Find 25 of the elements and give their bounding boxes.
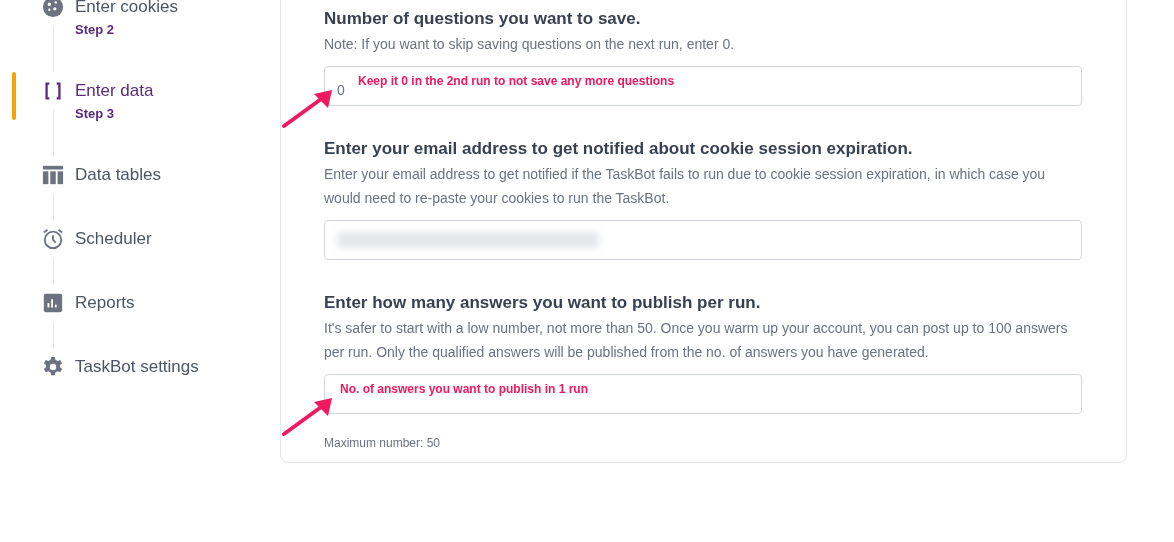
- table-icon: [42, 164, 64, 186]
- section-title: Number of questions you want to save.: [324, 8, 642, 30]
- alarm-clock-icon: [42, 228, 64, 250]
- section-description: Note: If you want to skip saving questions on the next run, enter 0.: [324, 35, 736, 54]
- brackets-icon: [42, 80, 64, 102]
- bar-chart-icon: [42, 292, 64, 314]
- annotation-text: Keep it 0 in the 2nd run to not save any more questions: [358, 73, 675, 90]
- field-value: 0: [337, 80, 345, 100]
- sidebar-item[interactable]: Enter cookies: [75, 0, 178, 18]
- annotation-text: No. of answers you want to publish in 1 run: [340, 381, 588, 398]
- step-label: Step 3: [75, 105, 115, 123]
- sidebar-item[interactable]: Scheduler: [75, 228, 152, 250]
- sidebar-item[interactable]: Enter data: [75, 80, 154, 102]
- sidebar-item[interactable]: Reports: [75, 292, 135, 314]
- section-title: Enter your email address to get notified about cookie session expiration.: [324, 138, 914, 160]
- settings-icon: [42, 356, 64, 378]
- field-hint: Maximum number: 50: [324, 435, 442, 452]
- input-field[interactable]: [324, 374, 1082, 414]
- sidebar-item[interactable]: Data tables: [75, 164, 161, 186]
- input-field[interactable]: [324, 220, 1082, 260]
- section-description: It's safer to start with a low number, not more than 50. Once you warm up your account, you can post up to 100 answers per run. Only the qualified answers will be published from the no. of answers you have generated.: [324, 319, 1069, 362]
- section-title: Enter how many answers you want to publish per run.: [324, 292, 762, 314]
- section-description: Enter your email address to get notified if the TaskBot fails to run due to cookie session expiration, in which case you would need to re-paste your cookies to run the TaskBot.: [324, 165, 1047, 208]
- step-label: Step 2: [75, 21, 115, 39]
- sidebar-item[interactable]: TaskBot settings: [75, 356, 199, 378]
